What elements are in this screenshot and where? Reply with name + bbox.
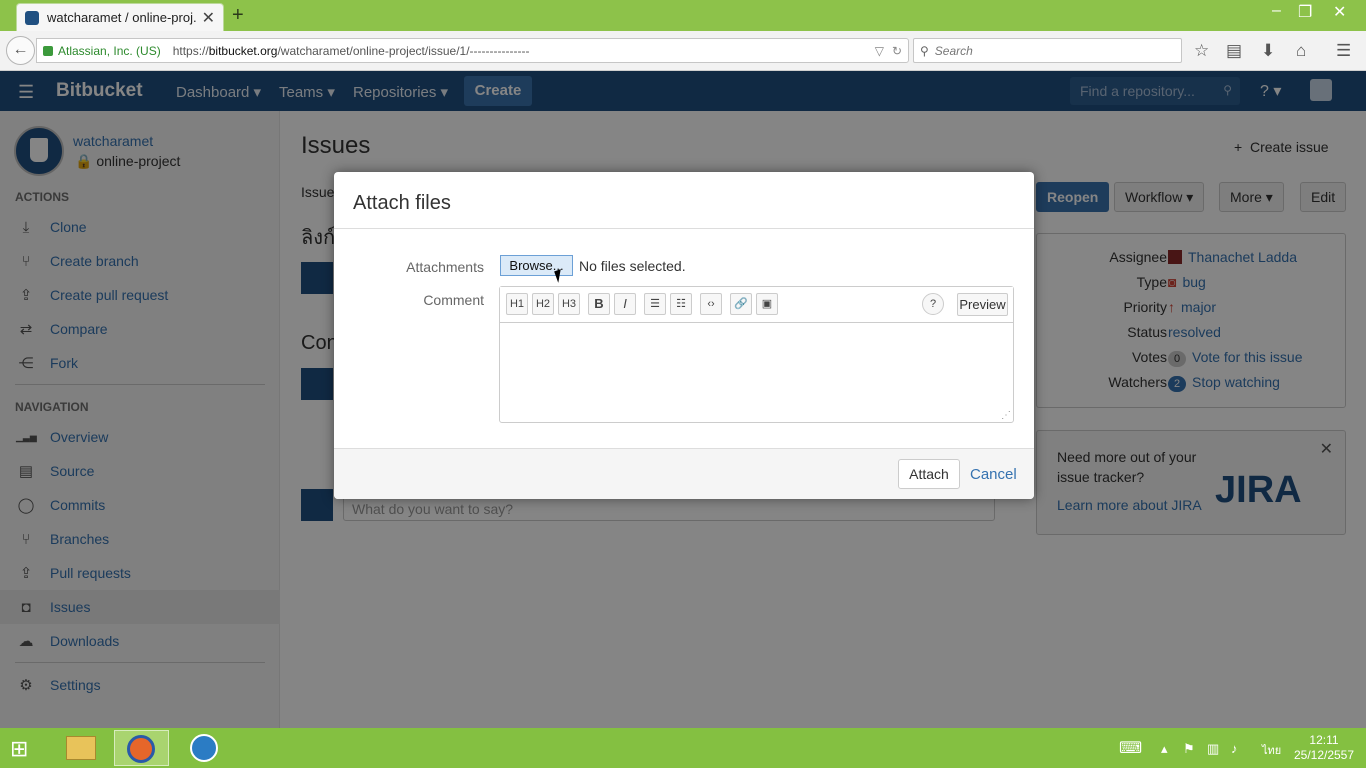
downloads-icon[interactable]: ⬇ — [1261, 41, 1275, 61]
image-icon[interactable]: ▣ — [756, 293, 778, 315]
editor-toolbar: H1 H2 H3 B I ☰ ☷ ‹› 🔗 ▣ ? Preview — [500, 287, 1013, 323]
no-files-status: No files selected. — [579, 258, 686, 274]
attach-button[interactable]: Attach — [898, 459, 960, 489]
new-tab-button[interactable]: + — [232, 4, 244, 27]
attach-files-dialog: Attach files Attachments Browse... No fi… — [334, 172, 1034, 499]
dialog-title: Attach files — [353, 192, 451, 214]
minimize-button[interactable]: ‒ — [1272, 2, 1281, 20]
file-explorer-icon[interactable] — [54, 730, 109, 766]
sourcetree-icon[interactable] — [177, 730, 232, 766]
browser-navbar: ← Atlassian, Inc. (US) https://bitbucket… — [0, 31, 1366, 71]
clock[interactable]: 12:11 25/12/2557 — [1292, 733, 1356, 763]
h1-button[interactable]: H1 — [506, 293, 528, 315]
home-icon[interactable]: ⌂ — [1296, 41, 1306, 61]
divider — [334, 228, 1034, 229]
h3-button[interactable]: H3 — [558, 293, 580, 315]
dropdown-icon[interactable]: ▽ — [875, 44, 884, 58]
close-window-button[interactable]: ✕ — [1333, 2, 1346, 22]
language-indicator[interactable]: ไทย — [1262, 741, 1281, 759]
windows-start-icon[interactable]: ⊞ — [10, 736, 28, 762]
resize-handle-icon[interactable]: ⋰ — [1001, 410, 1011, 421]
bookmark-star-icon[interactable]: ☆ — [1194, 41, 1209, 61]
restore-button[interactable]: ❐ — [1298, 2, 1312, 22]
browser-tab[interactable]: watcharamet / online-proj... ✕ — [16, 3, 224, 31]
lock-icon — [43, 45, 53, 56]
help-icon[interactable]: ? — [922, 293, 944, 315]
keyboard-icon[interactable]: ⌨ — [1119, 738, 1142, 758]
comment-editor[interactable]: H1 H2 H3 B I ☰ ☷ ‹› 🔗 ▣ ? Preview ⋰ — [499, 286, 1014, 423]
bold-button[interactable]: B — [588, 293, 610, 315]
url-text[interactable]: https://bitbucket.org/watcharamet/online… — [173, 44, 867, 58]
link-icon[interactable]: 🔗 — [730, 293, 752, 315]
search-input[interactable]: ⚲ Search — [913, 38, 1182, 63]
reload-icon[interactable]: ↻ — [892, 44, 902, 58]
windows-taskbar: ⊞ ⌨ ▴ ⚑ ▥ ♪ ไทย 12:11 25/12/2557 — [0, 728, 1366, 768]
h2-button[interactable]: H2 — [532, 293, 554, 315]
close-tab-icon[interactable]: ✕ — [202, 8, 215, 28]
bitbucket-favicon-icon — [25, 10, 39, 25]
url-bar[interactable]: Atlassian, Inc. (US) https://bitbucket.o… — [36, 38, 909, 63]
search-icon: ⚲ — [920, 43, 929, 58]
show-hidden-icons-icon[interactable]: ▴ — [1161, 741, 1168, 757]
network-icon[interactable]: ▥ — [1207, 741, 1219, 757]
reading-list-icon[interactable]: ▤ — [1226, 41, 1242, 61]
tab-title: watcharamet / online-proj... — [47, 10, 196, 25]
cancel-button[interactable]: Cancel — [970, 466, 1017, 483]
back-button[interactable]: ← — [6, 36, 35, 65]
firefox-icon[interactable] — [114, 730, 169, 766]
site-identity[interactable]: Atlassian, Inc. (US) — [58, 44, 161, 58]
attachments-label: Attachments — [406, 259, 484, 275]
italic-button[interactable]: I — [614, 293, 636, 315]
menu-icon[interactable]: ☰ — [1336, 41, 1351, 61]
browser-titlebar: watcharamet / online-proj... ✕ + ‒ ❐ ✕ — [0, 0, 1366, 31]
comment-label: Comment — [423, 292, 484, 308]
preview-button[interactable]: Preview — [957, 293, 1008, 316]
flag-icon[interactable]: ⚑ — [1183, 741, 1195, 757]
bullet-list-icon[interactable]: ☰ — [644, 293, 666, 315]
volume-icon[interactable]: ♪ — [1231, 741, 1238, 756]
code-icon[interactable]: ‹› — [700, 293, 722, 315]
numbered-list-icon[interactable]: ☷ — [670, 293, 692, 315]
